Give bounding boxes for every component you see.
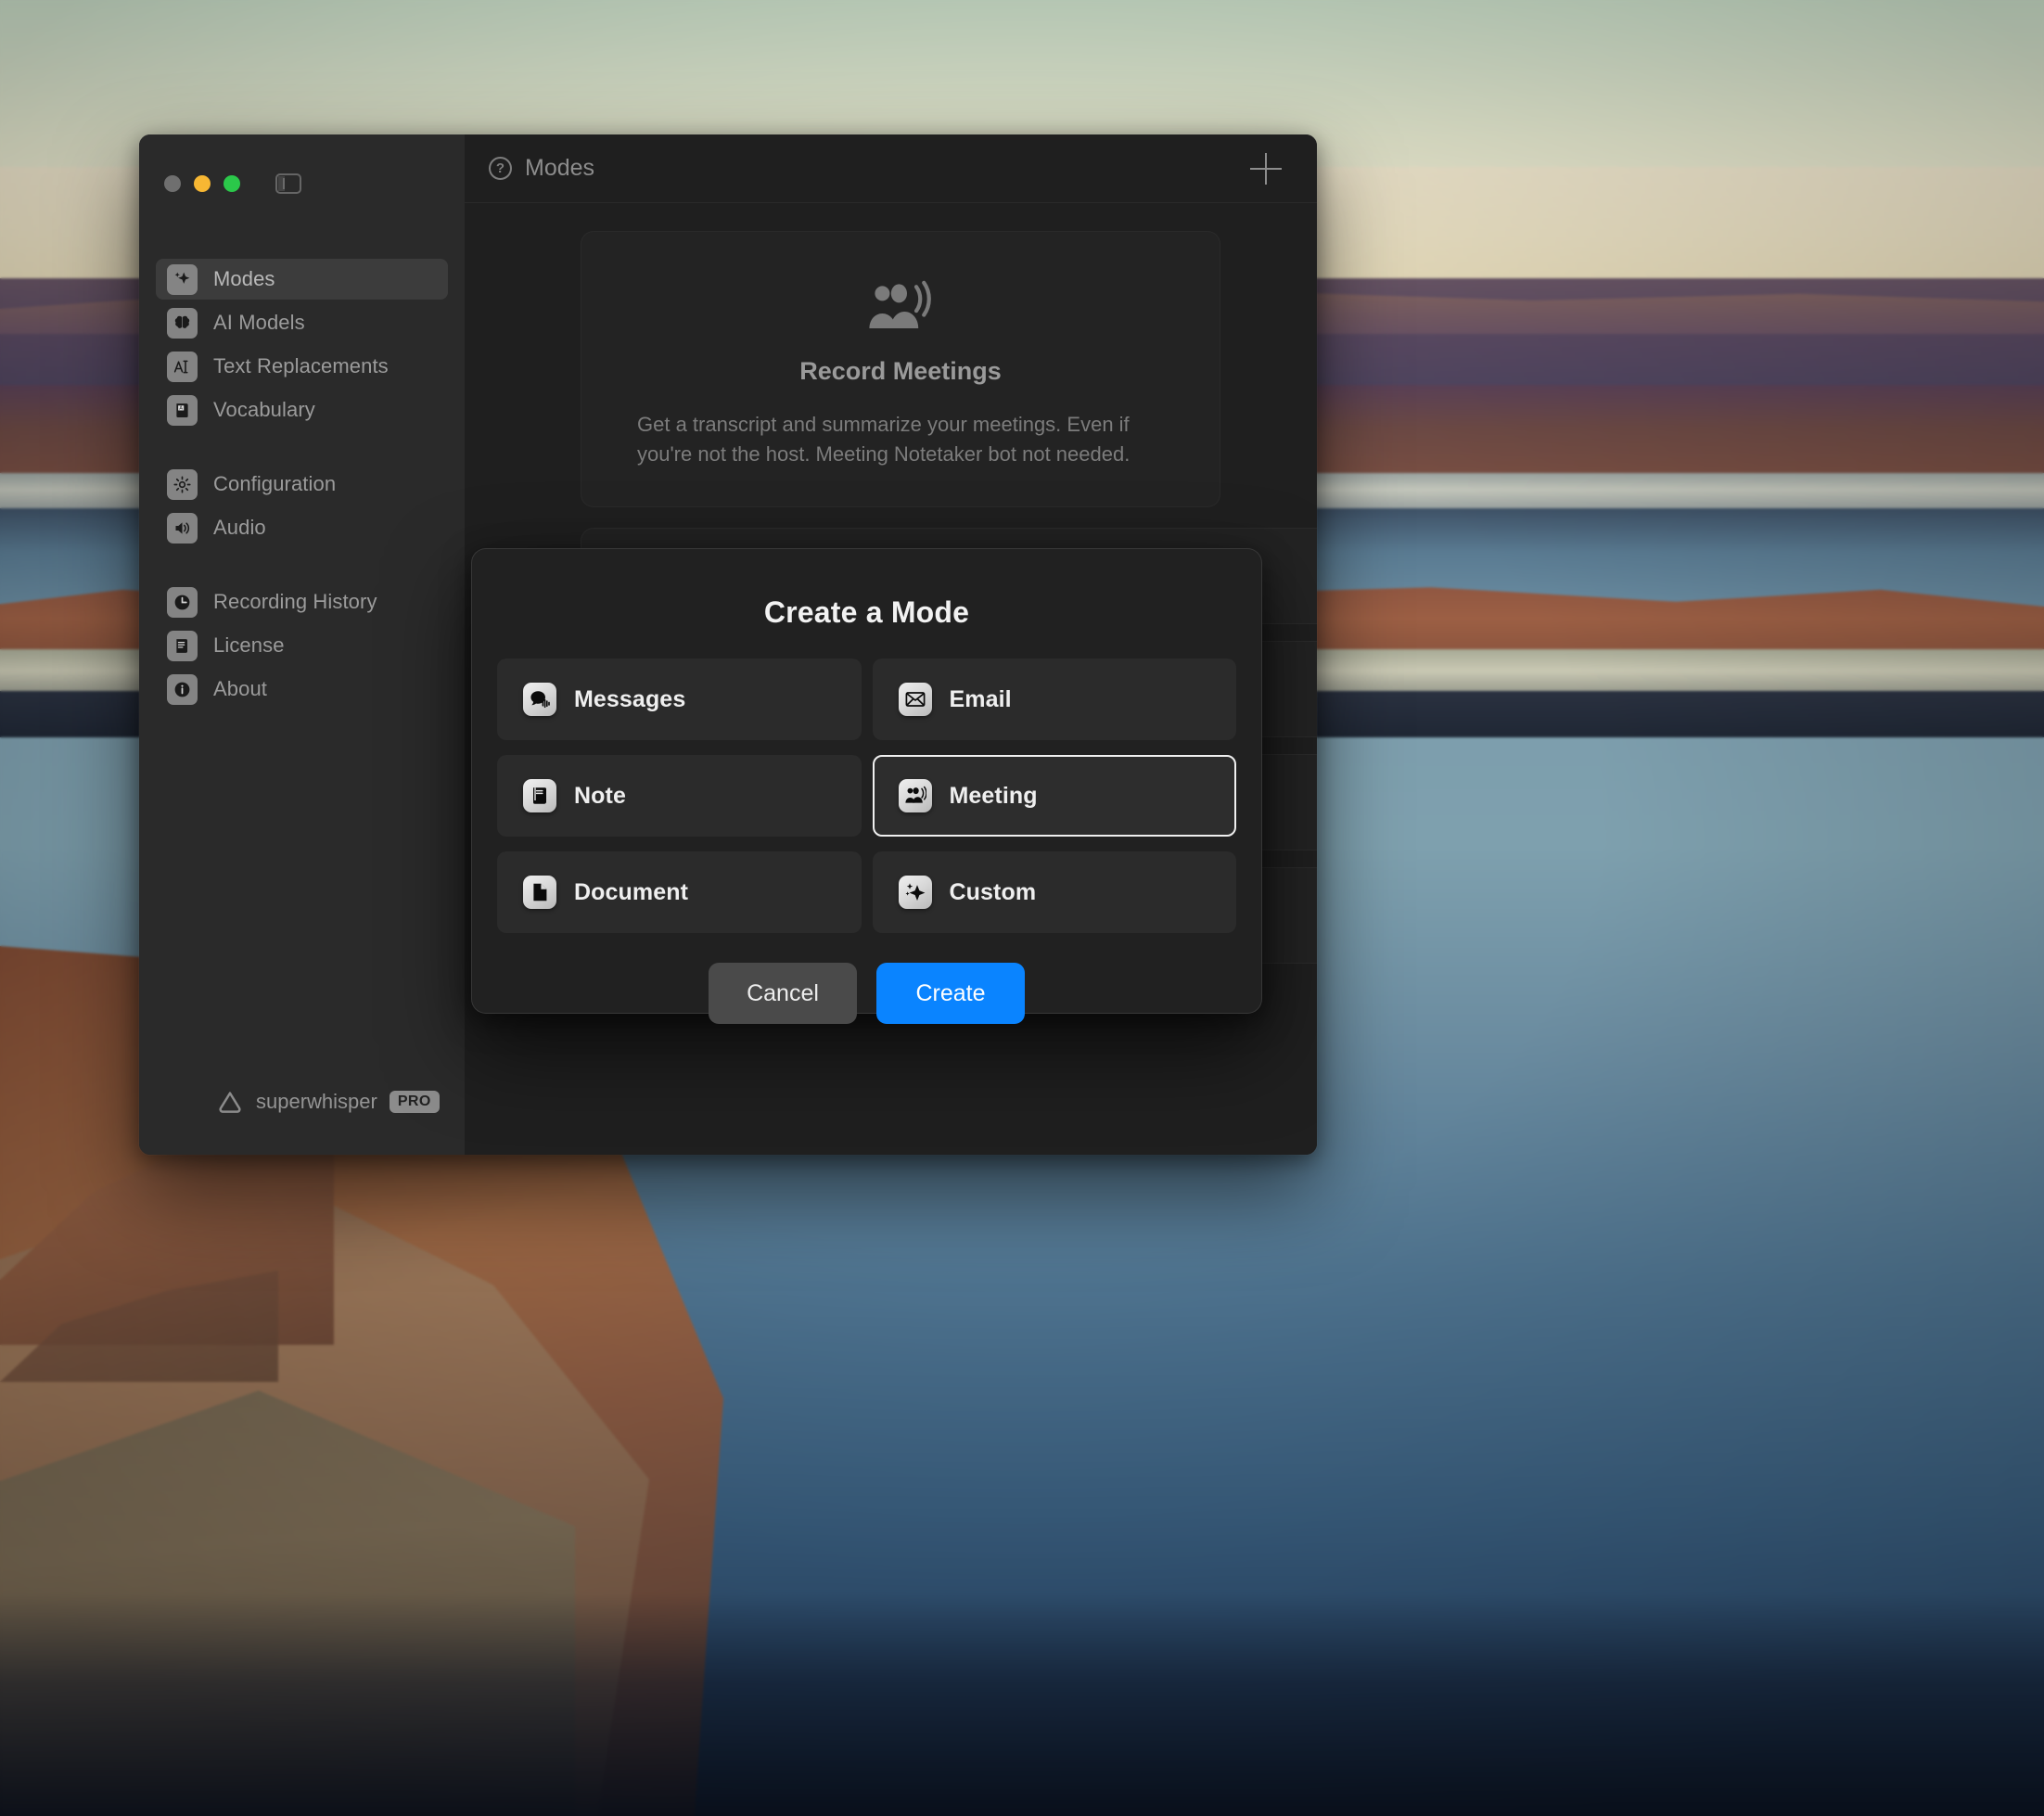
wallpaper-right-spit-shadow bbox=[0, 1271, 278, 1382]
dialog-title: Create a Mode bbox=[763, 595, 970, 629]
envelope-icon bbox=[898, 683, 932, 716]
create-mode-dialog: Create a Mode Messages Email Note Meetin… bbox=[471, 548, 1262, 1024]
notebook-icon bbox=[523, 779, 556, 812]
mode-option-meeting[interactable]: Meeting bbox=[872, 755, 1236, 837]
mode-option-label: Custom bbox=[949, 878, 1037, 905]
mode-option-label: Email bbox=[949, 685, 1012, 712]
mode-option-messages[interactable]: Messages bbox=[497, 659, 862, 740]
wallpaper-left-cliff-lower bbox=[0, 1169, 649, 1816]
mode-option-label: Messages bbox=[574, 685, 686, 712]
mode-option-label: Meeting bbox=[949, 782, 1038, 809]
mode-option-note[interactable]: Note bbox=[497, 755, 862, 837]
superwhisper-window: Modes AI Models Text Replacements A Voca… bbox=[139, 134, 1317, 1155]
mode-option-label: Document bbox=[574, 878, 689, 905]
sparkles-icon bbox=[898, 876, 932, 909]
mode-type-grid: Messages Email Note Meeting Document Cus… bbox=[497, 659, 1236, 933]
wallpaper-left-cliff-base bbox=[0, 1390, 575, 1816]
mode-option-custom[interactable]: Custom bbox=[872, 851, 1236, 933]
mode-option-label: Note bbox=[574, 782, 626, 809]
modal-overlay: Create a Mode Messages Email Note Meetin… bbox=[139, 134, 1317, 1155]
speech-bubble-waveform-icon bbox=[523, 683, 556, 716]
page-icon bbox=[523, 876, 556, 909]
wallpaper-bottom-shade bbox=[0, 1593, 2044, 1816]
mode-option-document[interactable]: Document bbox=[497, 851, 862, 933]
cancel-button[interactable]: Cancel bbox=[709, 963, 857, 1024]
people-speaking-icon bbox=[898, 779, 932, 812]
dialog-actions: Cancel Create bbox=[497, 963, 1236, 1024]
create-button[interactable]: Create bbox=[876, 963, 1025, 1024]
mode-option-email[interactable]: Email bbox=[872, 659, 1236, 740]
